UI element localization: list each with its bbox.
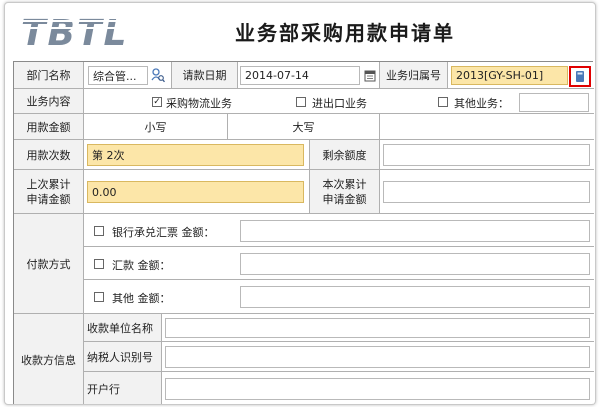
payment-label: 付款方式 <box>14 214 84 314</box>
remittance-amount[interactable] <box>240 253 590 275</box>
remain-label: 剩余额度 <box>310 140 380 170</box>
bank-acceptance-label: 银行承兑汇票 金额： <box>112 226 215 239</box>
payee-name-field[interactable] <box>165 318 590 338</box>
other-payment-amount[interactable] <box>240 286 590 308</box>
bank-label: 开户行 <box>84 372 162 404</box>
dept-label: 部门名称 <box>14 62 84 89</box>
bank-acceptance-checkbox[interactable] <box>94 226 104 236</box>
other-payment-checkbox[interactable] <box>94 292 104 302</box>
dept-field[interactable]: 综合管... <box>88 66 148 85</box>
lookup-icon[interactable] <box>572 69 588 84</box>
this-total-field[interactable] <box>383 181 590 203</box>
opt-other-label: 其他业务： <box>454 97 509 110</box>
last-total-label: 上次累计 申请金额 <box>14 170 84 214</box>
remittance-label: 汇款 金额： <box>112 259 171 272</box>
tax-id-field[interactable] <box>165 346 590 368</box>
person-search-icon[interactable] <box>150 67 166 84</box>
tax-id-label: 纳税人识别号 <box>84 342 162 372</box>
business-no-field[interactable]: 2013[GY-SH-01] <box>451 66 568 85</box>
form-title: 业务部采购用款申请单 <box>235 21 455 45</box>
amount-upper-label: 大写 <box>228 114 380 140</box>
times-field[interactable]: 第 2次 <box>87 144 304 166</box>
amount-lower-label: 小写 <box>84 114 228 140</box>
payee-name-label: 收款单位名称 <box>84 314 162 342</box>
other-payment-label: 其他 金额： <box>112 292 171 305</box>
form-window: TBTL 业务部采购用款申请单 部门名称 综合管... 请款日期 2014-07… <box>4 2 596 405</box>
bank-field[interactable] <box>165 378 590 400</box>
payee-label: 收款方信息 <box>14 314 84 404</box>
bank-acceptance-amount[interactable] <box>240 220 590 242</box>
other-business-field[interactable] <box>519 93 589 112</box>
calendar-icon[interactable] <box>362 67 377 84</box>
opt-import-export-label: 进出口业务 <box>312 97 367 110</box>
amount-label: 用款金额 <box>14 114 84 140</box>
date-field[interactable]: 2014-07-14 <box>240 66 360 85</box>
opt-import-export-checkbox[interactable] <box>296 97 306 107</box>
times-label: 用款次数 <box>14 140 84 170</box>
this-total-label: 本次累计 申请金额 <box>310 170 380 214</box>
amount-upper-value-cell[interactable] <box>380 114 594 140</box>
date-label: 请款日期 <box>172 62 238 89</box>
form-grid: 部门名称 综合管... 请款日期 2014-07-14 业务归属号 2013[G… <box>13 61 594 404</box>
svg-text:TBTL: TBTL <box>21 13 129 54</box>
content-label: 业务内容 <box>14 89 84 114</box>
last-total-field[interactable]: 0.00 <box>87 181 304 203</box>
opt-logistics-label: 采购物流业务 <box>166 97 232 110</box>
remittance-checkbox[interactable] <box>94 259 104 269</box>
opt-logistics-checkbox[interactable]: ✓ <box>152 97 162 107</box>
opt-other-checkbox[interactable] <box>438 97 448 107</box>
remain-field[interactable] <box>383 144 590 166</box>
business-no-label: 业务归属号 <box>380 62 448 89</box>
company-logo: TBTL <box>21 13 151 54</box>
